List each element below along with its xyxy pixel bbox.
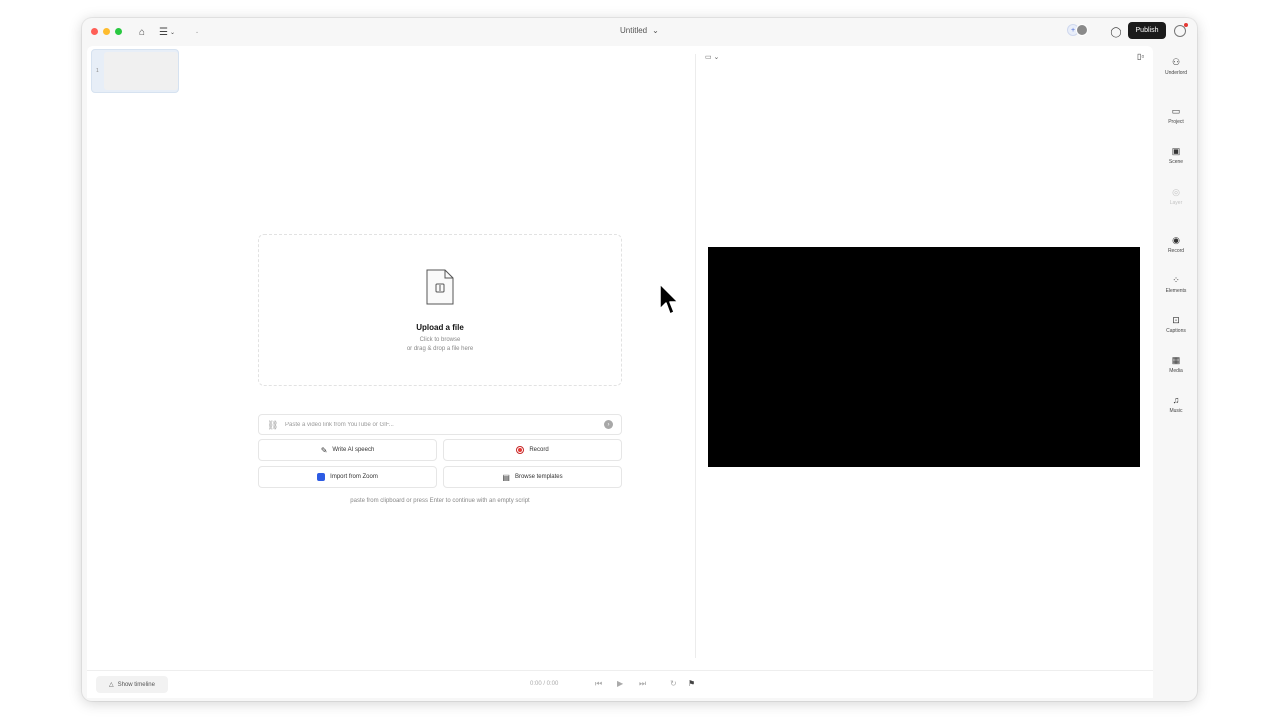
sidebar-item-record[interactable]: ◉ Record [1156,235,1196,254]
menu-icon[interactable]: ☰ ⌄ [157,25,177,39]
folder-icon: ▭ [1171,106,1181,116]
write-ai-speech-label: Write AI speech [332,447,375,453]
scene-number: 1 [96,68,99,74]
sidebar-item-label: Record [1167,248,1185,254]
import-from-zoom-button[interactable]: Import from Zoom [258,466,437,488]
mouse-cursor-icon [659,283,679,315]
loop-icon[interactable]: ↻ [670,679,677,688]
scene-thumbnail[interactable]: 1 [91,49,179,93]
show-timeline-button[interactable]: △ Show timeline [96,676,168,693]
comment-icon[interactable]: ◯ [1109,25,1123,39]
sidebar-item-label: Elements [1165,288,1187,294]
upload-subtitle: Click to browse [419,337,461,343]
minimize-window-button[interactable] [103,28,110,35]
layer-icon: ◎ [1172,187,1180,197]
record-icon [516,446,525,454]
record-label: Record [529,447,549,453]
upload-title: Upload a file [416,323,464,332]
maximize-window-button[interactable] [115,28,122,35]
video-link-field[interactable]: ⛓ › [258,414,622,435]
submit-link-icon[interactable]: › [604,420,613,429]
title-bar: ⌂ ☰ ⌄ · Untitled ⌄ + ◯ Publish [82,18,1197,46]
captions-icon: ⊡ [1172,315,1180,325]
scene-thumbnail-preview [104,52,178,90]
sidebar-item-captions[interactable]: ⊡ Captions [1156,315,1196,334]
sidebar-item-layer: ◎ Layer [1156,187,1196,206]
right-toolbar: ⚇ Underlord ▭ Project ▣ Scene ◎ Layer ◉ … [1156,46,1196,670]
sidebar-item-elements[interactable]: ⁘ Elements [1156,275,1196,294]
show-timeline-label: Show timeline [117,681,155,688]
record-button[interactable]: Record [443,439,622,461]
window-controls [91,28,122,35]
skip-back-icon[interactable]: ⏮ [595,679,602,689]
browse-templates-button[interactable]: ▤ Browse templates [443,466,622,488]
video-link-input[interactable] [285,418,585,432]
sidebar-item-label: Media [1169,368,1183,374]
write-ai-speech-button[interactable]: ✎ Write AI speech [258,439,437,461]
app-window: ⌂ ☰ ⌄ · Untitled ⌄ + ◯ Publish 1 Upload … [82,18,1197,701]
import-from-zoom-label: Import from Zoom [330,474,378,480]
notification-icon[interactable] [1174,23,1188,37]
scene-icon: ▣ [1171,146,1181,156]
sidebar-item-label: Project [1168,119,1184,125]
upload-dropzone[interactable]: Upload a file Click to browse or drag & … [258,234,622,386]
link-icon: ⛓ [267,420,279,430]
avatar[interactable] [1076,24,1088,36]
sidebar-item-label: Music [1169,408,1183,414]
music-icon: ♫ [1172,395,1180,405]
sidebar-item-underlord[interactable]: ⚇ Underlord [1156,57,1196,76]
sidebar-item-label: Layer [1169,200,1183,206]
timecode: 0:00 / 0:00 [530,681,559,687]
zoom-icon [317,473,326,481]
bottom-bar: △ Show timeline 0:00 / 0:00 ⏮ ▶ ⏭ ↻ ⚑ [87,670,1153,698]
sidebar-item-media[interactable]: ▦ Media [1156,355,1196,374]
empty-script-hint: paste from clipboard or press Enter to c… [350,498,530,504]
sidebar-item-label: Underlord [1165,70,1187,76]
sync-status-icon: · [195,26,199,38]
upload-subtitle-secondary: or drag & drop a file here [406,346,474,352]
play-icon[interactable]: ▶ [617,679,623,688]
document-title-text: Untitled [620,26,648,35]
sidebar-item-music[interactable]: ♫ Music [1156,395,1196,414]
browse-templates-label: Browse templates [514,474,563,480]
sidebar-item-label: Scene [1168,159,1184,165]
file-upload-icon [426,269,454,305]
record-icon: ◉ [1172,235,1180,245]
sidebar-item-project[interactable]: ▭ Project [1156,106,1196,125]
template-icon: ▤ [502,472,510,482]
panel-toggle-icon[interactable]: ▯▫ [1137,52,1144,61]
publish-button[interactable]: Publish [1128,22,1166,39]
close-window-button[interactable] [91,28,98,35]
aspect-ratio-selector[interactable]: ▭ ⌄ [705,53,719,61]
timeline-icon: △ [109,682,114,688]
video-preview[interactable] [708,247,1140,467]
robot-icon: ⚇ [1171,57,1181,67]
editor-main: 1 Upload a file Click to browse or drag … [87,46,1153,670]
sidebar-item-label: Captions [1166,328,1186,334]
sidebar-item-scene[interactable]: ▣ Scene [1156,146,1196,165]
skip-forward-icon[interactable]: ⏭ [639,679,646,689]
bookmark-icon[interactable]: ⚑ [688,679,695,688]
pen-sparkle-icon: ✎ [320,445,328,455]
elements-icon: ⁘ [1172,275,1180,285]
panel-divider[interactable] [695,54,696,658]
home-icon[interactable]: ⌂ [135,25,149,39]
chevron-down-icon: ⌄ [652,26,659,35]
document-title[interactable]: Untitled ⌄ [620,26,659,35]
collaborators[interactable]: + [1067,24,1088,36]
media-icon: ▦ [1171,355,1181,365]
